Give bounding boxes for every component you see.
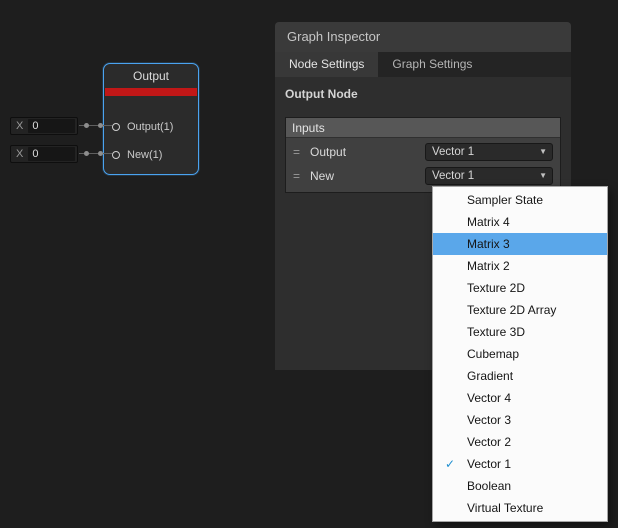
- menu-item[interactable]: Virtual Texture: [433, 497, 607, 519]
- menu-item[interactable]: ✓ Vector 1: [433, 453, 607, 475]
- input-row-label: New: [310, 169, 425, 183]
- node-port-output[interactable]: Output(1): [112, 119, 173, 135]
- inspector-tabbar: Node Settings Graph Settings: [275, 52, 571, 77]
- tab-node-settings[interactable]: Node Settings: [275, 52, 378, 77]
- shader-graph-canvas[interactable]: X 0 X 0 Output Output(1) New(1) Graph In…: [0, 0, 618, 528]
- menu-item[interactable]: Cubemap: [433, 343, 607, 365]
- menu-item[interactable]: Matrix 3: [433, 233, 607, 255]
- menu-item-label: Boolean: [467, 479, 511, 493]
- menu-item-label: Vector 4: [467, 391, 511, 405]
- menu-item-label: Virtual Texture: [467, 501, 543, 515]
- menu-item[interactable]: Texture 3D: [433, 321, 607, 343]
- inputs-box: Inputs = Output Vector 1 ▼ = New: [285, 117, 561, 193]
- inputs-header: Inputs: [286, 118, 560, 138]
- menu-item-label: Cubemap: [467, 347, 519, 361]
- menu-item[interactable]: Texture 2D: [433, 277, 607, 299]
- menu-item[interactable]: Texture 2D Array: [433, 299, 607, 321]
- drag-handle-icon[interactable]: =: [293, 169, 310, 183]
- connector-dot: [98, 123, 103, 128]
- type-popup-menu: Sampler State Matrix 4 Matrix 3 Matrix 2…: [432, 186, 608, 522]
- panel-title: Graph Inspector: [275, 22, 571, 52]
- node-title: Output: [104, 64, 198, 88]
- menu-item-label: Vector 1: [467, 457, 511, 471]
- menu-item[interactable]: Gradient: [433, 365, 607, 387]
- port-default-field[interactable]: X 0: [10, 117, 78, 135]
- value-input[interactable]: 0: [28, 147, 75, 161]
- type-dropdown-new[interactable]: Vector 1 ▼: [425, 167, 553, 185]
- menu-item-label: Gradient: [467, 369, 513, 383]
- port-icon[interactable]: [112, 123, 120, 131]
- dropdown-value: Vector 1: [432, 146, 539, 158]
- menu-item-label: Matrix 4: [467, 215, 510, 229]
- menu-item[interactable]: Vector 3: [433, 409, 607, 431]
- axis-label: X: [11, 148, 28, 160]
- inspector-body: Output Node Inputs = Output Vector 1 ▼ =: [275, 77, 571, 203]
- chevron-down-icon: ▼: [539, 148, 547, 156]
- menu-item[interactable]: Matrix 4: [433, 211, 607, 233]
- chevron-down-icon: ▼: [539, 172, 547, 180]
- port-default-field[interactable]: X 0: [10, 145, 78, 163]
- menu-item[interactable]: Sampler State: [433, 189, 607, 211]
- menu-item-label: Vector 2: [467, 435, 511, 449]
- connector-dot: [84, 123, 89, 128]
- tab-graph-settings[interactable]: Graph Settings: [378, 52, 486, 77]
- port-label: Output(1): [127, 121, 173, 133]
- port-icon[interactable]: [112, 151, 120, 159]
- inputs-list: = Output Vector 1 ▼ = New Vector 1 ▼: [286, 138, 560, 192]
- input-row-new: = New Vector 1 ▼: [286, 164, 560, 188]
- node-red-bar: [105, 88, 197, 96]
- axis-label: X: [11, 120, 28, 132]
- output-node[interactable]: Output Output(1) New(1): [103, 63, 199, 175]
- menu-item[interactable]: Vector 2: [433, 431, 607, 453]
- menu-item-label: Sampler State: [467, 193, 543, 207]
- menu-item-label: Texture 2D Array: [467, 303, 556, 317]
- menu-item-label: Matrix 3: [467, 237, 510, 251]
- menu-item-label: Matrix 2: [467, 259, 510, 273]
- menu-item[interactable]: Vector 4: [433, 387, 607, 409]
- menu-item[interactable]: Matrix 2: [433, 255, 607, 277]
- menu-item-label: Vector 3: [467, 413, 511, 427]
- input-row-output: = Output Vector 1 ▼: [286, 140, 560, 164]
- port-label: New(1): [127, 149, 162, 161]
- drag-handle-icon[interactable]: =: [293, 145, 310, 159]
- connector-dot: [84, 151, 89, 156]
- menu-item[interactable]: Boolean: [433, 475, 607, 497]
- value-input[interactable]: 0: [28, 119, 75, 133]
- check-icon: ✓: [433, 457, 467, 471]
- node-port-new[interactable]: New(1): [112, 147, 162, 163]
- type-dropdown-output[interactable]: Vector 1 ▼: [425, 143, 553, 161]
- menu-item-label: Texture 3D: [467, 325, 525, 339]
- connector-dot: [98, 151, 103, 156]
- input-row-label: Output: [310, 145, 425, 159]
- dropdown-value: Vector 1: [432, 170, 539, 182]
- menu-item-label: Texture 2D: [467, 281, 525, 295]
- section-title: Output Node: [285, 87, 561, 101]
